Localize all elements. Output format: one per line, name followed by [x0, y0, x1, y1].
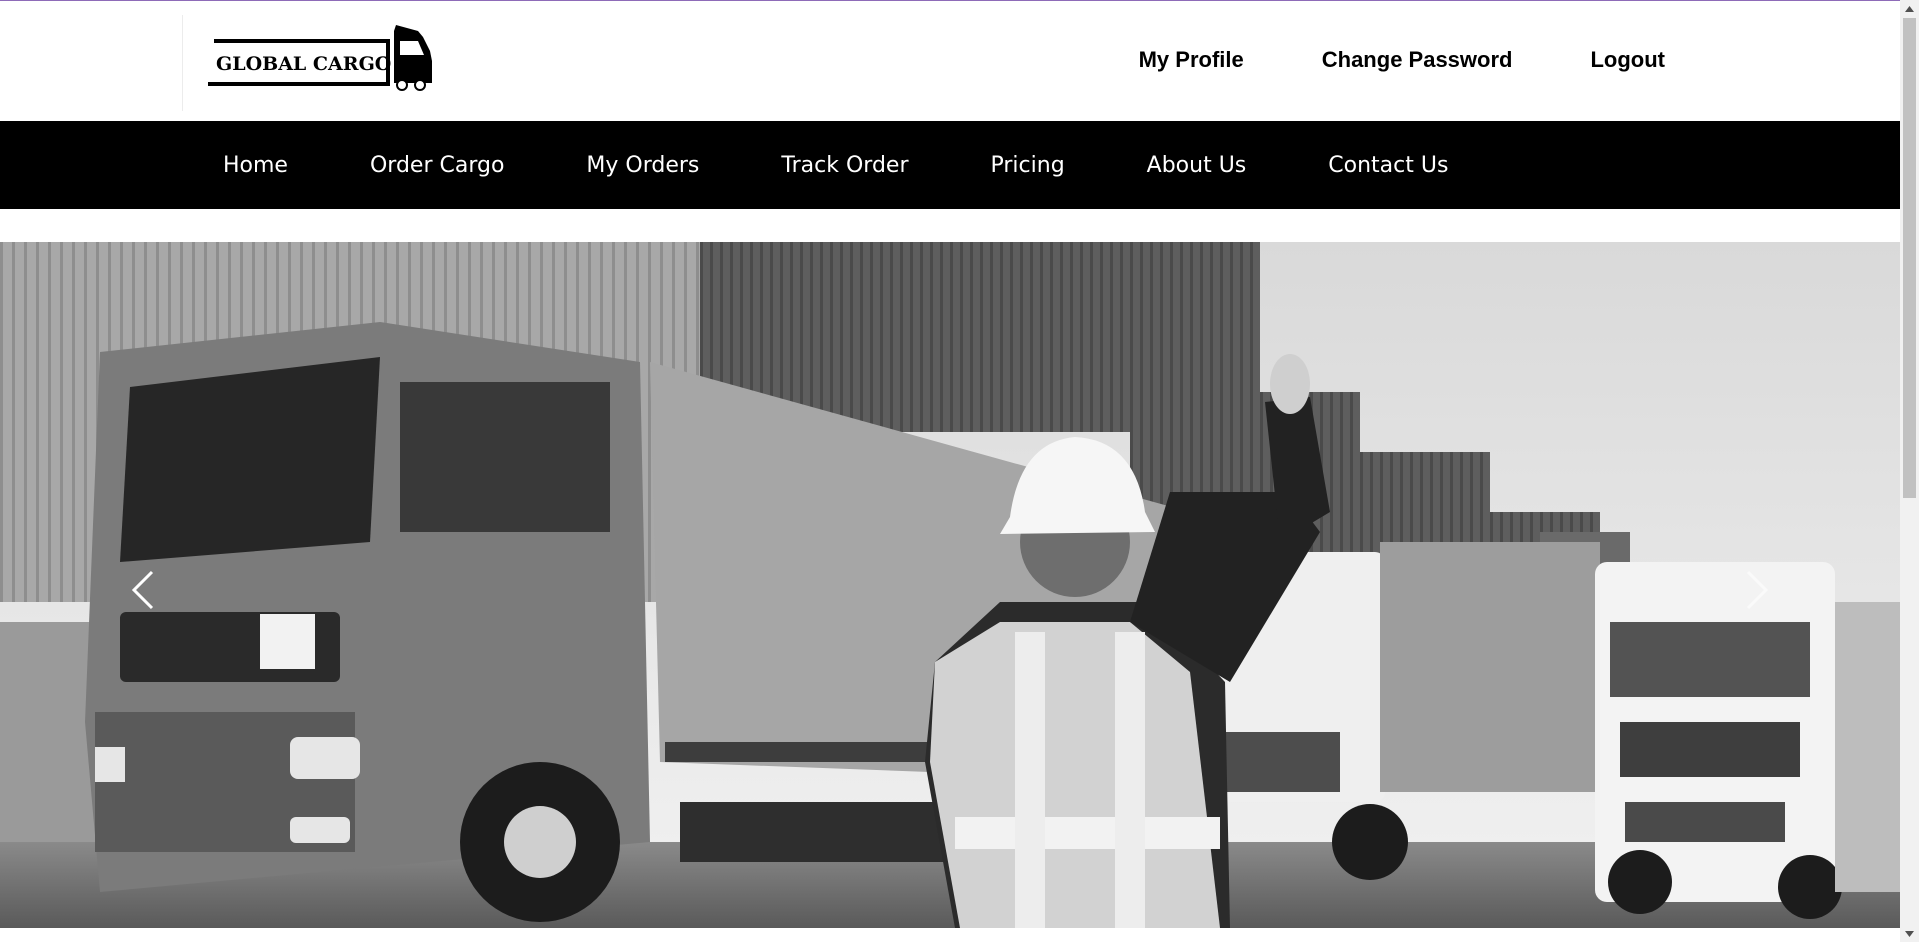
carousel-next-button[interactable]	[1742, 568, 1772, 612]
arrow-down-icon	[1905, 930, 1914, 937]
chevron-left-icon	[131, 570, 154, 610]
truck-logo-icon: GLOBAL CARGO	[208, 25, 432, 91]
carousel-prev-button[interactable]	[128, 568, 158, 612]
main-nav-list: Home Order Cargo My Orders Track Order P…	[0, 121, 1900, 209]
nav-item-order-cargo[interactable]: Order Cargo	[370, 153, 504, 178]
scroll-up-button[interactable]	[1900, 0, 1919, 17]
nav-item-contact-us[interactable]: Contact Us	[1328, 153, 1448, 178]
site-header: GLOBAL CARGO My Profile Change Password …	[0, 1, 1900, 121]
account-links: My Profile Change Password Logout	[1139, 47, 1665, 73]
nav-item-home[interactable]: Home	[223, 153, 288, 178]
change-password-link[interactable]: Change Password	[1322, 47, 1513, 73]
page: GLOBAL CARGO My Profile Change Password …	[0, 0, 1919, 942]
hero-carousel	[0, 242, 1900, 928]
nav-item-my-orders[interactable]: My Orders	[586, 153, 699, 178]
logo-divider	[182, 15, 183, 111]
logo-text: GLOBAL CARGO	[216, 53, 391, 75]
logout-link[interactable]: Logout	[1590, 47, 1665, 73]
my-profile-link[interactable]: My Profile	[1139, 47, 1244, 73]
scrollbar-thumb[interactable]	[1903, 18, 1916, 498]
hero-image	[0, 242, 1900, 928]
scroll-down-button[interactable]	[1900, 925, 1919, 942]
global-cargo-logo[interactable]: GLOBAL CARGO	[208, 23, 438, 91]
nav-item-track-order[interactable]: Track Order	[781, 153, 908, 178]
chevron-right-icon	[1746, 570, 1769, 610]
page-scrollbar[interactable]	[1900, 0, 1919, 942]
main-nav: Home Order Cargo My Orders Track Order P…	[0, 121, 1900, 209]
nav-item-pricing[interactable]: Pricing	[991, 153, 1065, 178]
arrow-up-icon	[1905, 5, 1914, 12]
nav-item-about-us[interactable]: About Us	[1147, 153, 1247, 178]
